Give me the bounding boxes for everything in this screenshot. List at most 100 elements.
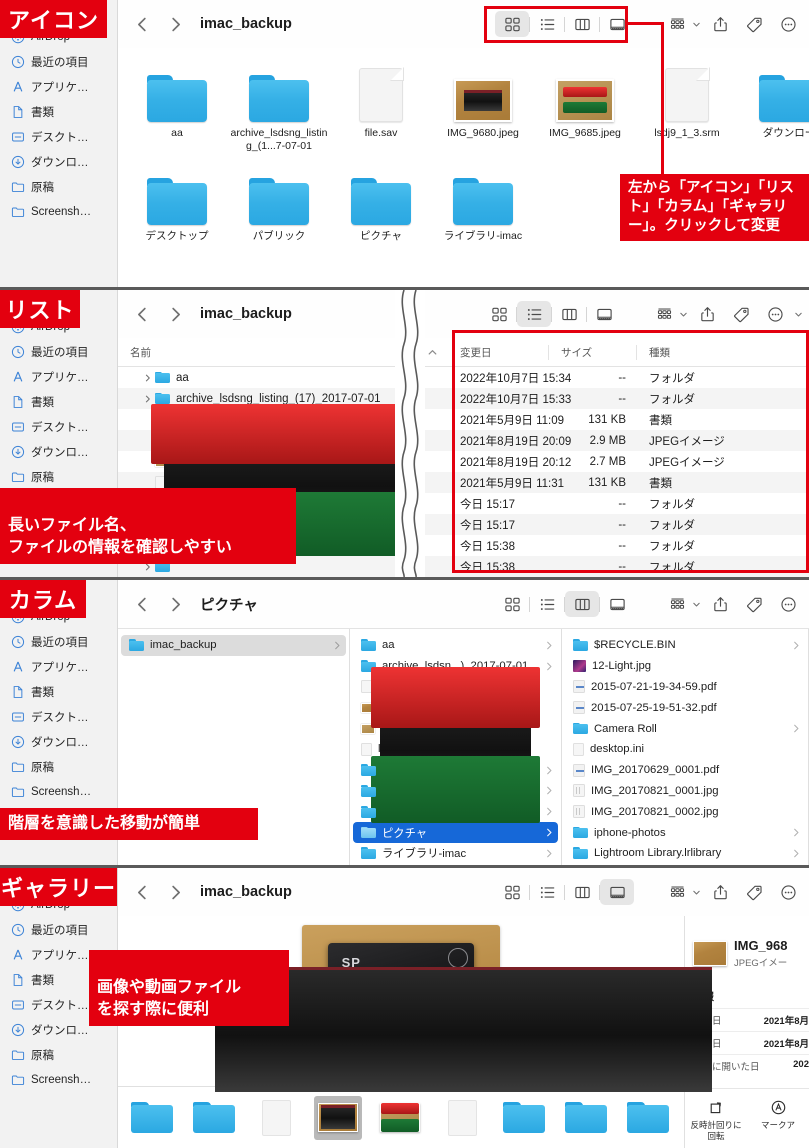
view-icon-button[interactable] — [495, 591, 529, 617]
sidebar-item-downloads[interactable]: ダウンロ… — [0, 439, 117, 464]
sidebar-item-screenshots[interactable]: Screensh… — [0, 199, 117, 224]
icon-item[interactable]: file.sav — [330, 58, 432, 153]
rotate-ccw-button[interactable]: 反時計回りに 回転 — [685, 1097, 747, 1142]
sidebar-item-documents[interactable]: 書類 — [0, 99, 117, 124]
column-item[interactable]: iphone-photos — [565, 822, 805, 843]
filmstrip-item-selected[interactable] — [314, 1095, 362, 1140]
sidebar-item-applications[interactable]: アプリケ… — [0, 74, 117, 99]
icon-item[interactable]: lsdj9_1_3.srm — [636, 58, 738, 153]
chevron-right-icon[interactable] — [167, 596, 184, 613]
sidebar-item-desktop[interactable]: デスクト… — [0, 414, 117, 439]
column-item[interactable]: 2015-07-25-19-51-32.pdf — [565, 697, 805, 718]
view-gallery-button[interactable] — [600, 879, 634, 905]
view-icon-button[interactable] — [495, 879, 529, 905]
filmstrip-item[interactable] — [562, 1096, 610, 1140]
more-actions-button[interactable] — [773, 879, 803, 905]
sidebar-item-recents[interactable]: 最近の項目 — [0, 917, 117, 942]
column-header-size[interactable]: サイズ — [548, 344, 636, 360]
filmstrip-item[interactable] — [624, 1096, 672, 1140]
chevron-left-icon[interactable] — [134, 596, 151, 613]
column-header-kind[interactable]: 種類 — [636, 344, 809, 360]
view-column-button[interactable] — [565, 11, 599, 37]
sidebar-item-genko[interactable]: 原稿 — [0, 1042, 117, 1067]
column-header-date[interactable]: 変更日 — [448, 345, 548, 360]
sidebar-item-downloads[interactable]: ダウンロ… — [0, 729, 117, 754]
icon-item[interactable]: IMG_9685.jpeg — [534, 58, 636, 153]
icon-item[interactable]: aa — [126, 58, 228, 153]
sidebar-item-documents[interactable]: 書類 — [0, 679, 117, 704]
filmstrip-item[interactable] — [128, 1096, 176, 1140]
filmstrip-item[interactable] — [438, 1096, 486, 1140]
icon-item[interactable]: ピクチャ — [330, 161, 432, 243]
sidebar-item-screenshots[interactable]: Screensh… — [0, 779, 117, 804]
group-by-button[interactable] — [649, 301, 679, 327]
column-item[interactable]: 2015-07-21-19-34-59.pdf — [565, 677, 805, 698]
column-item[interactable]: $RECYCLE.BIN — [565, 635, 805, 656]
filmstrip-item[interactable] — [252, 1096, 300, 1140]
icon-item[interactable]: パブリック — [228, 161, 330, 243]
filmstrip-item[interactable] — [376, 1096, 424, 1140]
view-gallery-button[interactable] — [600, 591, 634, 617]
column-item[interactable]: Camera Roll — [565, 718, 805, 739]
view-list-button[interactable] — [530, 11, 564, 37]
sidebar-item-applications[interactable]: アプリケ… — [0, 654, 117, 679]
column-item[interactable]: imac_backup — [121, 635, 346, 656]
disclosure-triangle-icon[interactable] — [140, 395, 155, 403]
view-list-button[interactable] — [530, 879, 564, 905]
sidebar-item-desktop[interactable]: デスクト… — [0, 704, 117, 729]
chevron-left-icon[interactable] — [134, 306, 151, 323]
group-by-button[interactable] — [662, 11, 692, 37]
filmstrip-item[interactable] — [190, 1096, 238, 1140]
chevron-down-icon[interactable] — [679, 310, 688, 319]
sidebar-item-downloads[interactable]: ダウンロ… — [0, 149, 117, 174]
sidebar-item-screenshots[interactable]: Screensh… — [0, 1067, 117, 1092]
chevron-left-icon[interactable] — [134, 884, 151, 901]
column-item[interactable]: aa — [353, 635, 558, 656]
chevron-down-icon[interactable] — [692, 888, 701, 897]
column-item[interactable]: IMG_20170821_0002.jpg — [565, 801, 805, 822]
chevron-right-icon[interactable] — [167, 306, 184, 323]
chevron-down-icon[interactable] — [692, 20, 701, 29]
view-column-button[interactable] — [565, 879, 599, 905]
sidebar-item-genko[interactable]: 原稿 — [0, 464, 117, 489]
chevron-right-icon[interactable] — [167, 884, 184, 901]
chevron-down-icon[interactable] — [794, 310, 803, 319]
view-gallery-button[interactable] — [587, 301, 621, 327]
tag-button[interactable] — [739, 11, 769, 37]
sidebar-item-recents[interactable]: 最近の項目 — [0, 629, 117, 654]
icon-item[interactable]: デスクトップ — [126, 161, 228, 243]
tag-button[interactable] — [739, 591, 769, 617]
more-actions-button[interactable] — [773, 591, 803, 617]
filmstrip-item[interactable] — [500, 1096, 548, 1140]
disclosure-triangle-icon[interactable] — [140, 374, 155, 382]
icon-item[interactable]: IMG_9680.jpeg — [432, 58, 534, 153]
column-header-name[interactable]: 名前 — [118, 345, 151, 360]
column-item[interactable]: IMG_20170629_0001.pdf — [565, 760, 805, 781]
icon-item[interactable]: ライブラリ-imac — [432, 161, 534, 243]
icon-item[interactable]: ダウンロー — [738, 58, 809, 153]
icon-item[interactable]: archive_lsdsng_listing_(1...7-07-01 — [228, 58, 330, 153]
sidebar-item-genko[interactable]: 原稿 — [0, 754, 117, 779]
view-list-button[interactable] — [517, 301, 551, 327]
share-button[interactable] — [692, 301, 722, 327]
table-row[interactable]: aa — [118, 367, 448, 388]
tag-button[interactable] — [726, 301, 756, 327]
markup-button[interactable]: マークア — [747, 1097, 809, 1142]
sidebar-item-recents[interactable]: 最近の項目 — [0, 49, 117, 74]
sidebar-item-genko[interactable]: 原稿 — [0, 174, 117, 199]
share-button[interactable] — [705, 591, 735, 617]
view-icon-button[interactable] — [482, 301, 516, 327]
more-actions-button[interactable] — [760, 301, 790, 327]
chevron-down-icon[interactable] — [692, 600, 701, 609]
share-button[interactable] — [705, 879, 735, 905]
sidebar-item-applications[interactable]: アプリケ… — [0, 364, 117, 389]
column-item[interactable]: IMG_20170821_0001.jpg — [565, 781, 805, 802]
chevron-right-icon[interactable] — [167, 16, 184, 33]
view-column-button[interactable] — [552, 301, 586, 327]
group-by-button[interactable] — [662, 879, 692, 905]
sidebar-item-documents[interactable]: 書類 — [0, 389, 117, 414]
column-item[interactable]: desktop.ini — [565, 739, 805, 760]
column-item-selected[interactable]: ピクチャ — [353, 822, 558, 843]
column-item[interactable]: ライブラリ-imac — [353, 843, 558, 864]
sidebar-item-desktop[interactable]: デスクト… — [0, 124, 117, 149]
